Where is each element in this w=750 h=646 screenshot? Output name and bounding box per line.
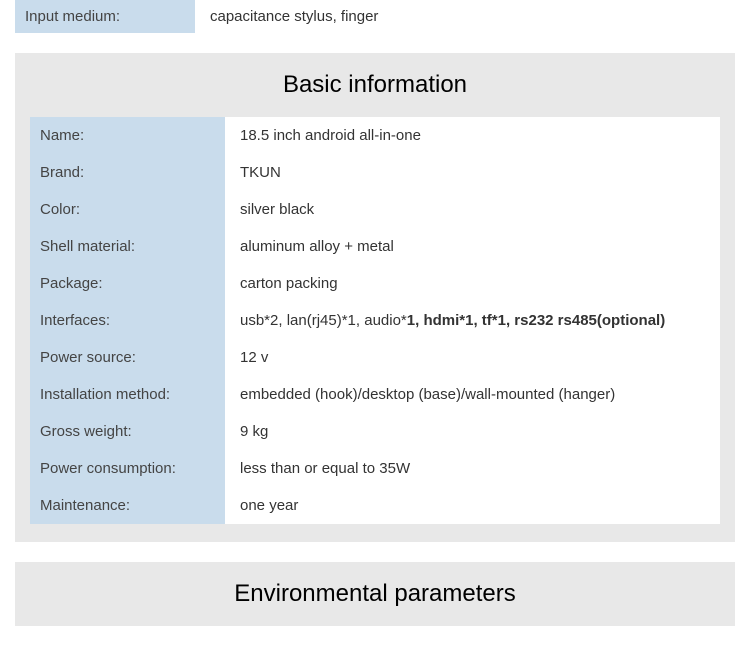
spec-value: carton packing bbox=[225, 265, 720, 302]
spec-label: Maintenance: bbox=[30, 487, 225, 524]
spec-value: embedded (hook)/desktop (base)/wall-moun… bbox=[225, 376, 720, 413]
spec-row: Installation method: embedded (hook)/des… bbox=[30, 376, 720, 413]
spec-row: Power source: 12 v bbox=[30, 339, 720, 376]
spec-value: 9 kg bbox=[225, 413, 720, 450]
environmental-parameters-section: Environmental parameters bbox=[15, 562, 735, 626]
spec-row: Package: carton packing bbox=[30, 265, 720, 302]
spec-label: Input medium: bbox=[15, 0, 195, 33]
spec-row: Name:18.5 inch android all-in-one bbox=[30, 117, 720, 154]
section-title: Basic information bbox=[15, 53, 735, 117]
top-spec-row: Input medium: capacitance stylus, finger bbox=[15, 0, 735, 33]
spec-row: Maintenance: one year bbox=[30, 487, 720, 524]
basic-information-section: Basic information Name:18.5 inch android… bbox=[15, 53, 735, 542]
spec-value: silver black bbox=[225, 191, 720, 228]
spec-label: Brand: bbox=[30, 154, 225, 191]
spec-row: Power consumption: less than or equal to… bbox=[30, 450, 720, 487]
spec-label: Name: bbox=[30, 117, 225, 154]
spec-label: Installation method: bbox=[30, 376, 225, 413]
spec-label: Package: bbox=[30, 265, 225, 302]
spec-value: less than or equal to 35W bbox=[225, 450, 720, 487]
spec-value-text: usb*2, lan(rj45)*1, audio* bbox=[240, 312, 407, 329]
spec-label: Interfaces: bbox=[30, 302, 225, 339]
section-title: Environmental parameters bbox=[15, 562, 735, 626]
spec-row: Brand:TKUN bbox=[30, 154, 720, 191]
spec-row: Shell material:aluminum alloy + metal bbox=[30, 228, 720, 265]
spec-value: one year bbox=[225, 487, 720, 524]
spec-label: Power source: bbox=[30, 339, 225, 376]
spec-value: 18.5 inch android all-in-one bbox=[225, 117, 720, 154]
spec-value: capacitance stylus, finger bbox=[195, 0, 735, 33]
spec-row: Interfaces:usb*2, lan(rj45)*1, audio*1, … bbox=[30, 302, 720, 339]
spec-row: Color:silver black bbox=[30, 191, 720, 228]
spec-value: usb*2, lan(rj45)*1, audio*1, hdmi*1, tf*… bbox=[225, 302, 720, 339]
basic-info-table: Name:18.5 inch android all-in-oneBrand:T… bbox=[15, 117, 735, 542]
spec-value: 12 v bbox=[225, 339, 720, 376]
spec-value: TKUN bbox=[225, 154, 720, 191]
spec-value: aluminum alloy + metal bbox=[225, 228, 720, 265]
spec-label: Color: bbox=[30, 191, 225, 228]
spec-row: Gross weight: 9 kg bbox=[30, 413, 720, 450]
spec-value-bold: 1, hdmi*1, tf*1, rs232 rs485(optional) bbox=[407, 312, 665, 329]
spec-label: Power consumption: bbox=[30, 450, 225, 487]
spec-label: Shell material: bbox=[30, 228, 225, 265]
spec-label: Gross weight: bbox=[30, 413, 225, 450]
